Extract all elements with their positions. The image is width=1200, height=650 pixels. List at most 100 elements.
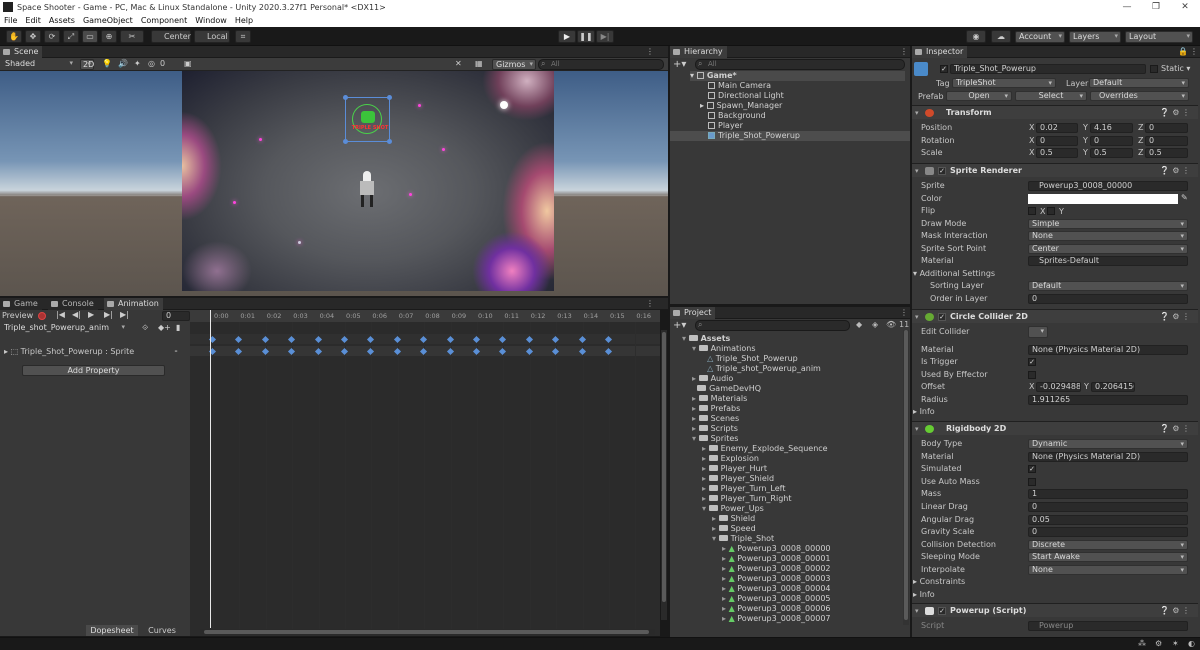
2d-toggle[interactable]: 2D [80, 59, 94, 70]
collab-icon[interactable]: ◉ [966, 30, 986, 43]
menu-help[interactable]: Help [231, 16, 257, 25]
chevron-right-icon[interactable]: ▸ [692, 424, 699, 433]
hierarchy-item-spawn-manager[interactable]: ▸ Spawn_Manager [700, 101, 782, 111]
radius-field[interactable]: 1.911265 [1028, 395, 1188, 405]
project-item[interactable]: ▸ ▲ Powerup3_0008_00004 [722, 584, 831, 594]
chevron-down-icon[interactable]: ▾ [682, 334, 689, 343]
filter-label-icon[interactable]: ◈ [872, 320, 878, 329]
project-scrollbar[interactable] [903, 330, 909, 625]
chevron-right-icon[interactable]: ▸ [692, 394, 699, 403]
scene-viewport[interactable]: TRIPLE SHOT [0, 71, 668, 296]
rotate-tool-icon[interactable]: ⟳ [44, 30, 60, 43]
pause-button[interactable]: ❚❚ [577, 30, 595, 43]
animation-menu-icon[interactable]: ⋮ [646, 299, 654, 308]
menu-window[interactable]: Window [191, 16, 231, 25]
chevron-down-icon[interactable]: ▾ [702, 504, 709, 513]
tab-hierarchy[interactable]: Hierarchy [670, 46, 727, 58]
constraints-foldout[interactable]: ▸ Constraints [913, 576, 965, 588]
rotation-z-field[interactable]: 0 [1145, 136, 1188, 146]
script-enabled-checkbox[interactable]: ✓ [938, 607, 946, 615]
chevron-down-icon[interactable]: ▾ [692, 344, 699, 353]
frame-input[interactable]: 0 [162, 311, 190, 321]
material-field[interactable]: Sprites-Default [1028, 256, 1188, 266]
chevron-down-icon[interactable]: ▾ [692, 434, 699, 443]
cloud-icon[interactable]: ☁ [991, 30, 1011, 43]
project-item[interactable]: ▾ Sprites [692, 434, 738, 444]
notification-icon[interactable]: ◐ [1188, 639, 1195, 648]
draw-mode-dropdown[interactable]: Simple [1028, 219, 1188, 229]
layout-dropdown[interactable]: Layout [1125, 31, 1193, 43]
project-item[interactable]: ▸ Prefabs [692, 404, 740, 414]
chevron-down-icon[interactable]: ▾ [712, 534, 719, 543]
lighting-status-icon[interactable]: ✶ [1172, 639, 1179, 648]
minimize-button[interactable]: — [1112, 0, 1142, 14]
powerup-selection-rect[interactable]: TRIPLE SHOT [343, 95, 392, 144]
animated-property-row[interactable]: ▸ ⬚ Triple_Shot_Powerup : Sprite [4, 347, 134, 357]
rotation-x-field[interactable]: 0 [1036, 136, 1078, 146]
component-menu-icon[interactable]: ❔ ⚙ ⋮ [1160, 310, 1190, 324]
offset-x-field[interactable]: -0.029488( [1036, 382, 1081, 392]
add-keyframe-icon[interactable]: ⟐ [142, 323, 148, 333]
project-item[interactable]: ▸ ▲ Powerup3_0008_00002 [722, 564, 831, 574]
position-y-field[interactable]: 4.16 [1090, 123, 1133, 133]
project-item[interactable]: ▸ Materials [692, 394, 747, 404]
animation-scrollbar[interactable] [661, 330, 667, 620]
project-item[interactable]: ▸ Scripts [692, 424, 738, 434]
component-menu-icon[interactable]: ❔ ⚙ ⋮ [1160, 106, 1190, 120]
project-item[interactable]: ▸ ▲ Powerup3_0008_00005 [722, 594, 831, 604]
hierarchy-scene-root[interactable]: ▾ Game* [690, 71, 905, 81]
used-by-effector-checkbox[interactable] [1028, 371, 1036, 379]
scale-x-field[interactable]: 0.5 [1036, 148, 1078, 158]
custom-tool-icon[interactable]: ✂ [120, 30, 144, 43]
shading-dropdown[interactable]: Shaded [2, 59, 75, 70]
camera-icon[interactable]: ▣ [184, 59, 192, 68]
project-item[interactable]: ▾ Triple_Shot [712, 534, 774, 544]
position-x-field[interactable]: 0.02 [1036, 123, 1078, 133]
scale-tool-icon[interactable]: ⤢ [63, 30, 79, 43]
prefab-overrides-dropdown[interactable]: Overrides [1090, 91, 1189, 101]
prefab-select-button[interactable]: Select [1015, 91, 1087, 101]
hierarchy-item-player[interactable]: Player [708, 121, 743, 131]
add-event-icon[interactable]: ◆+ [158, 323, 171, 332]
chevron-right-icon[interactable]: ▸ [692, 414, 699, 423]
project-item[interactable]: ▸ Enemy_Explode_Sequence [702, 444, 828, 454]
rect-tool-icon[interactable]: ▭ [82, 30, 98, 43]
hidden-objects-icon[interactable]: ◎ [148, 59, 155, 68]
scale-z-field[interactable]: 0.5 [1145, 148, 1188, 158]
step-button[interactable]: ▶| [596, 30, 614, 43]
project-item[interactable]: ▾ Assets [682, 334, 730, 344]
tab-game[interactable]: Game [0, 298, 42, 310]
collision-dropdown[interactable]: Discrete [1028, 540, 1188, 550]
project-item[interactable]: ▸ ▲ Powerup3_0008_00006 [722, 604, 831, 614]
chevron-right-icon[interactable]: ▸ [702, 464, 709, 473]
project-item[interactable]: ▸ Explosion [702, 454, 759, 464]
is-trigger-checkbox[interactable]: ✓ [1028, 358, 1036, 366]
powerup-script-header[interactable]: ▾ ✓ Powerup (Script) ❔ ⚙ ⋮ [912, 603, 1198, 617]
auto-mass-checkbox[interactable] [1028, 478, 1036, 486]
chevron-right-icon[interactable]: ▸ [702, 474, 709, 483]
component-menu-icon[interactable]: ❔ ⚙ ⋮ [1160, 604, 1190, 618]
eyedropper-icon[interactable]: ✎ [1181, 193, 1188, 202]
close-button[interactable]: ✕ [1170, 0, 1200, 14]
menu-gameobject[interactable]: GameObject [79, 16, 137, 25]
collider-material-field[interactable]: None (Physics Material 2D) [1028, 345, 1188, 355]
tab-console[interactable]: Console [48, 298, 98, 310]
offset-y-field[interactable]: 0.2064156 [1091, 382, 1135, 392]
chevron-right-icon[interactable]: ▸ [702, 484, 709, 493]
circle-collider-header[interactable]: ▾ ✓ Circle Collider 2D ❔ ⚙ ⋮ [912, 309, 1198, 323]
project-item[interactable]: ▸ Player_Turn_Right [702, 494, 791, 504]
sprite-field[interactable]: Powerup3_0008_00000 [1028, 181, 1188, 191]
maximize-button[interactable]: ❐ [1141, 0, 1171, 14]
transform-tool-icon[interactable]: ⊕ [101, 30, 117, 43]
project-menu-icon[interactable]: ⋮ [900, 308, 908, 317]
visibility-icon[interactable]: 👁 [886, 320, 896, 329]
curves-tab[interactable]: Curves [140, 625, 184, 636]
next-frame-button[interactable]: ▶| [104, 310, 113, 319]
effects-icon[interactable]: ✦ [134, 59, 141, 68]
inspector-menu-icon[interactable]: ⋮ [1190, 47, 1198, 56]
scene-search-input[interactable]: All [538, 59, 664, 70]
chevron-right-icon[interactable]: ▸ [702, 494, 709, 503]
project-item[interactable]: △ Triple_shot_Powerup_anim [702, 364, 821, 374]
chevron-right-icon[interactable]: ▸ [702, 444, 709, 453]
project-item[interactable]: ▸ ▲ Powerup3_0008_00000 [722, 544, 831, 554]
